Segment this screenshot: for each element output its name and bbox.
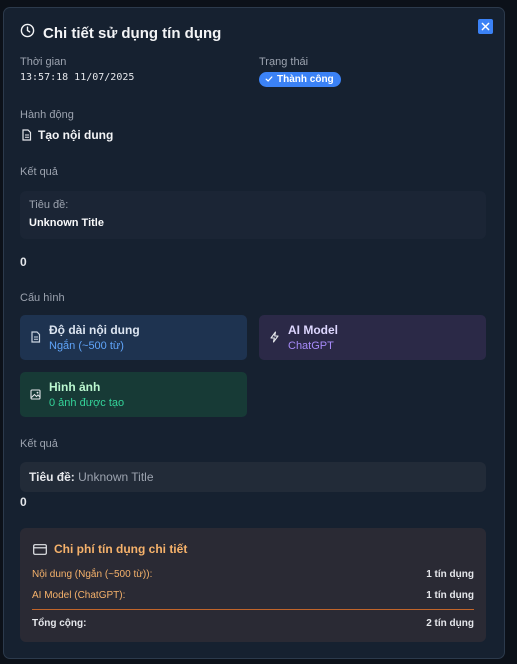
result-title-label: Tiêu đề: xyxy=(29,199,69,211)
action-row: Tạo nội dung xyxy=(21,128,113,142)
status-text: Thành công xyxy=(277,73,334,85)
status-label: Trạng thái xyxy=(259,56,309,68)
cost-row-value: 1 tín dụng xyxy=(426,590,474,601)
close-button[interactable] xyxy=(478,19,493,34)
result2-title: Tiêu đề: Unknown Title xyxy=(29,470,154,484)
action-label: Hành động xyxy=(20,109,74,121)
cost-divider xyxy=(32,609,474,610)
result-label: Kết quả xyxy=(20,166,58,178)
check-icon xyxy=(265,76,273,82)
result2-count: 0 xyxy=(20,495,27,509)
credit-card-icon xyxy=(33,543,47,555)
action-value: Tạo nội dung xyxy=(38,128,114,142)
document-icon xyxy=(22,129,32,141)
config-card-images: Hình ảnh 0 ảnh được tạo xyxy=(20,372,247,417)
cost-total-row: Tổng cộng: 2 tín dụng xyxy=(32,618,474,629)
credit-detail-modal: Chi tiết sử dụng tín dụng Thời gian 13:5… xyxy=(3,7,505,659)
result-count: 0 xyxy=(20,255,27,269)
cost-row-value: 1 tín dụng xyxy=(426,569,474,580)
config-title: Hình ảnh xyxy=(49,380,101,394)
clock-icon xyxy=(20,23,35,43)
config-card-ai-model: AI Model ChatGPT xyxy=(259,315,486,360)
modal-title: Chi tiết sử dụng tín dụng xyxy=(43,24,222,42)
result-box: Tiêu đề: Unknown Title xyxy=(20,191,486,239)
document-icon xyxy=(30,330,41,352)
status-badge: Thành công xyxy=(259,70,341,88)
time-label: Thời gian xyxy=(20,56,67,68)
result2-label: Kết quả xyxy=(20,438,58,450)
result2-title-label: Tiêu đề: xyxy=(29,470,75,484)
result-title-value: Unknown Title xyxy=(29,217,104,229)
config-value: ChatGPT xyxy=(288,340,334,352)
cost-total-label: Tổng cộng: xyxy=(32,618,87,629)
image-icon xyxy=(30,387,41,409)
config-label: Cấu hình xyxy=(20,292,65,304)
cost-total-value: 2 tín dụng xyxy=(426,618,474,629)
cost-title: Chi phí tín dụng chi tiết xyxy=(54,542,188,556)
cost-breakdown: Chi phí tín dụng chi tiết Nội dung (Ngắn… xyxy=(20,528,486,642)
config-value: 0 ảnh được tạo xyxy=(49,397,125,409)
cost-header: Chi phí tín dụng chi tiết xyxy=(33,542,187,556)
cost-row: AI Model (ChatGPT): 1 tín dụng xyxy=(32,590,474,601)
close-icon xyxy=(481,22,490,31)
modal-header: Chi tiết sử dụng tín dụng xyxy=(20,23,221,43)
config-card-content-length: Độ dài nội dung Ngắn (~500 từ) xyxy=(20,315,247,360)
config-value: Ngắn (~500 từ) xyxy=(49,340,124,352)
cost-row: Nội dung (Ngắn (~500 từ)): 1 tín dụng xyxy=(32,569,474,580)
cost-row-label: AI Model (ChatGPT): xyxy=(32,590,126,601)
cost-row-label: Nội dung (Ngắn (~500 từ)): xyxy=(32,569,153,580)
result2-box: Tiêu đề: Unknown Title xyxy=(20,462,486,492)
config-title: AI Model xyxy=(288,323,338,337)
config-title: Độ dài nội dung xyxy=(49,323,140,337)
time-value: 13:57:18 11/07/2025 xyxy=(20,72,135,83)
result2-title-value: Unknown Title xyxy=(78,470,154,484)
lightning-icon xyxy=(269,330,280,352)
